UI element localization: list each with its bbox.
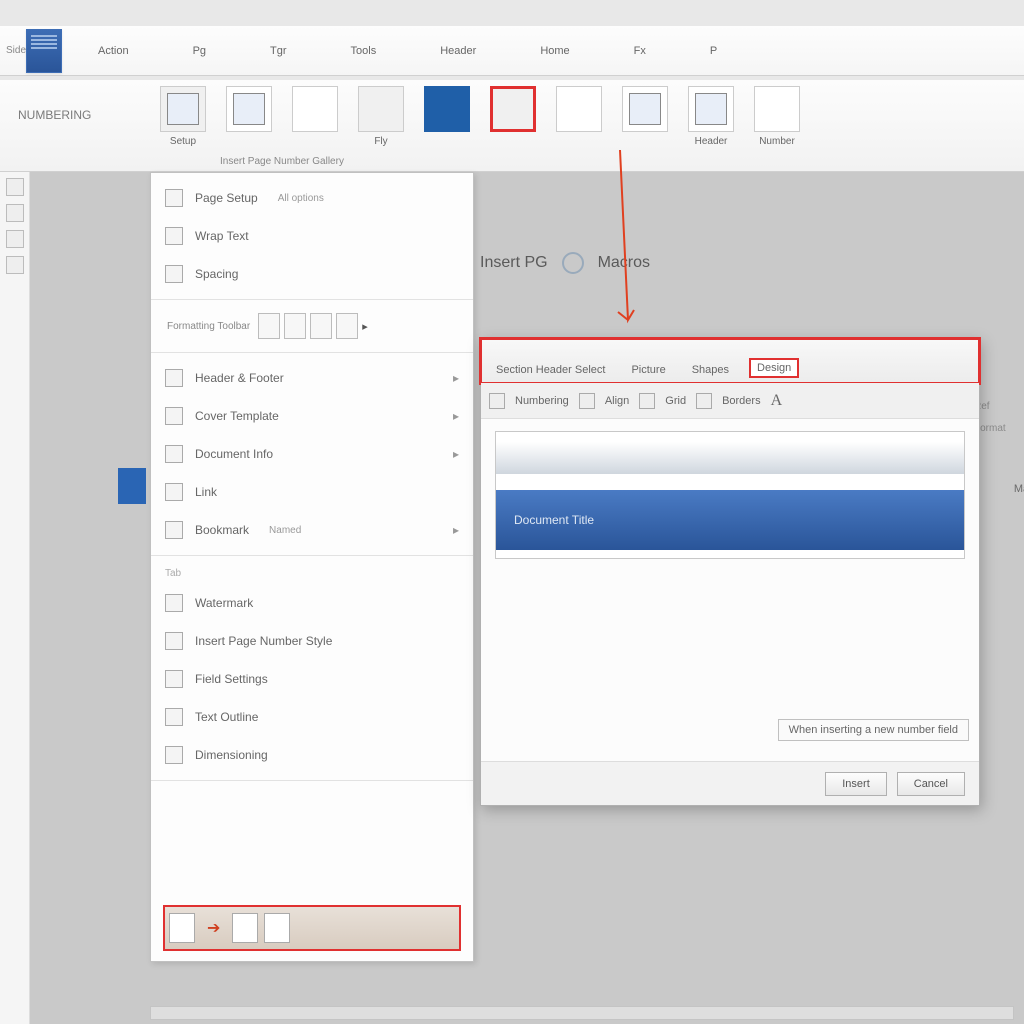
menu-header-footer[interactable]: Header & Footer▸ — [151, 359, 473, 397]
preview-title: Document Title — [514, 513, 594, 527]
menu-page-number-style[interactable]: Insert Page Number Style — [151, 622, 473, 660]
menu-wrap-text[interactable]: Wrap Text — [151, 217, 473, 255]
bookmark-icon — [165, 521, 183, 539]
number-icon — [165, 632, 183, 650]
chevron-right-icon: ▸ — [453, 371, 459, 385]
tab-fx[interactable]: Fx — [634, 45, 646, 57]
cover-icon — [165, 407, 183, 425]
vtool-3[interactable] — [6, 230, 24, 248]
tab-home[interactable]: Home — [540, 45, 569, 57]
vtool-4[interactable] — [6, 256, 24, 274]
borders-icon[interactable] — [696, 393, 712, 409]
dialog-header: Section Header Select Picture Shapes Des… — [479, 337, 981, 385]
dialog-body: Document Title Margins When inserting a … — [481, 419, 979, 761]
cmd-number[interactable]: Number — [754, 86, 800, 147]
align-icon[interactable] — [579, 393, 595, 409]
globe-icon — [562, 252, 584, 274]
dlg-tab-design[interactable]: Design — [749, 358, 799, 378]
dialog-side-label: Margins — [1014, 483, 1024, 495]
outline-icon — [165, 708, 183, 726]
dlg-tab-section[interactable]: Section Header Select — [490, 362, 611, 378]
tab-action[interactable]: Action — [98, 45, 129, 57]
cmd-2[interactable] — [226, 86, 272, 136]
vertical-toolbar — [0, 172, 30, 1024]
cmd-7[interactable] — [556, 86, 602, 136]
menu-section-label: Tab — [151, 562, 473, 584]
tab-header[interactable]: Header — [440, 45, 476, 57]
watermark-icon — [165, 594, 183, 612]
annotation-arrow — [610, 150, 612, 330]
link-icon — [165, 483, 183, 501]
cmd-5[interactable] — [424, 86, 470, 136]
header-icon — [165, 369, 183, 387]
gallery-thumb-2[interactable] — [232, 913, 258, 943]
horizontal-scrollbar[interactable] — [150, 1006, 1014, 1020]
numbering-icon[interactable] — [489, 393, 505, 409]
menu-cover[interactable]: Cover Template▸ — [151, 397, 473, 435]
cancel-button[interactable]: Cancel — [897, 772, 965, 796]
right-side-labels: Ref Format — [974, 396, 1018, 440]
menu-dimensioning[interactable]: Dimensioning — [151, 736, 473, 774]
info-icon — [165, 445, 183, 463]
ribbon-commands: Setup Fly Header Number Insert Page Numb… — [0, 80, 1024, 172]
menu-text-outline[interactable]: Text Outline — [151, 698, 473, 736]
ribbon-group-label: NUMBERING — [18, 108, 91, 122]
dialog-hint: When inserting a new number field — [778, 719, 969, 741]
menu-spacing[interactable]: Spacing — [151, 255, 473, 293]
dialog-toolbar: Numbering Align Grid Borders A — [481, 383, 979, 419]
menu-gallery-highlight[interactable]: ➔ — [163, 905, 461, 951]
tab-p[interactable]: P — [710, 45, 717, 57]
wrap-icon — [165, 227, 183, 245]
vtool-1[interactable] — [6, 178, 24, 196]
insert-dropdown-menu: Page SetupAll options Wrap Text Spacing … — [150, 172, 474, 962]
cmd-header[interactable]: Header — [688, 86, 734, 147]
dlg-tab-shapes[interactable]: Shapes — [686, 362, 735, 378]
tab-side-label: Side — [6, 45, 18, 56]
tab-tools[interactable]: Tools — [351, 45, 377, 57]
field-icon — [165, 670, 183, 688]
vtool-2[interactable] — [6, 204, 24, 222]
dimension-icon — [165, 746, 183, 764]
menu-formatting-toolbar[interactable]: Formatting Toolbar ▸ — [151, 306, 473, 346]
grid-icon[interactable] — [639, 393, 655, 409]
font-a-icon[interactable]: A — [771, 392, 783, 410]
menu-field-settings[interactable]: Field Settings — [151, 660, 473, 698]
ribbon-tab-strip: Side Action Pg Tgr Tools Header Home Fx … — [0, 26, 1024, 76]
ribbon-caption: Insert Page Number Gallery — [220, 156, 344, 167]
dlg-tab-picture[interactable]: Picture — [625, 362, 671, 378]
cmd-8[interactable] — [622, 86, 668, 136]
menu-link[interactable]: Link — [151, 473, 473, 511]
chevron-right-icon: ▸ — [453, 409, 459, 423]
doc-thumb-active[interactable] — [26, 29, 62, 73]
cmd-3[interactable] — [292, 86, 338, 136]
gallery-thumb-3[interactable] — [264, 913, 290, 943]
tab-pg[interactable]: Pg — [193, 45, 206, 57]
chevron-right-icon: ▸ — [453, 447, 459, 461]
arrow-right-icon: ➔ — [207, 918, 220, 938]
dialog-preview: Document Title — [495, 431, 965, 559]
cmd-4[interactable]: Fly — [358, 86, 404, 147]
page-setup-icon — [165, 189, 183, 207]
menu-page-setup[interactable]: Page SetupAll options — [151, 179, 473, 217]
dialog-footer: Insert Cancel — [481, 761, 979, 805]
spacing-icon — [165, 265, 183, 283]
cmd-setup[interactable]: Setup — [160, 86, 206, 147]
chevron-right-icon: ▸ — [362, 320, 368, 333]
gallery-thumb-1[interactable] — [169, 913, 195, 943]
cmd-highlighted[interactable] — [490, 86, 536, 136]
menu-docinfo[interactable]: Document Info▸ — [151, 435, 473, 473]
menu-bookmark[interactable]: BookmarkNamed▸ — [151, 511, 473, 549]
tab-tgr[interactable]: Tgr — [270, 45, 287, 57]
heading-a: Insert PG — [480, 254, 548, 272]
page-marker — [118, 468, 146, 504]
chevron-right-icon: ▸ — [453, 523, 459, 537]
insert-button[interactable]: Insert — [825, 772, 887, 796]
menu-watermark[interactable]: Watermark — [151, 584, 473, 622]
insert-dialog: Section Header Select Picture Shapes Des… — [480, 338, 980, 806]
